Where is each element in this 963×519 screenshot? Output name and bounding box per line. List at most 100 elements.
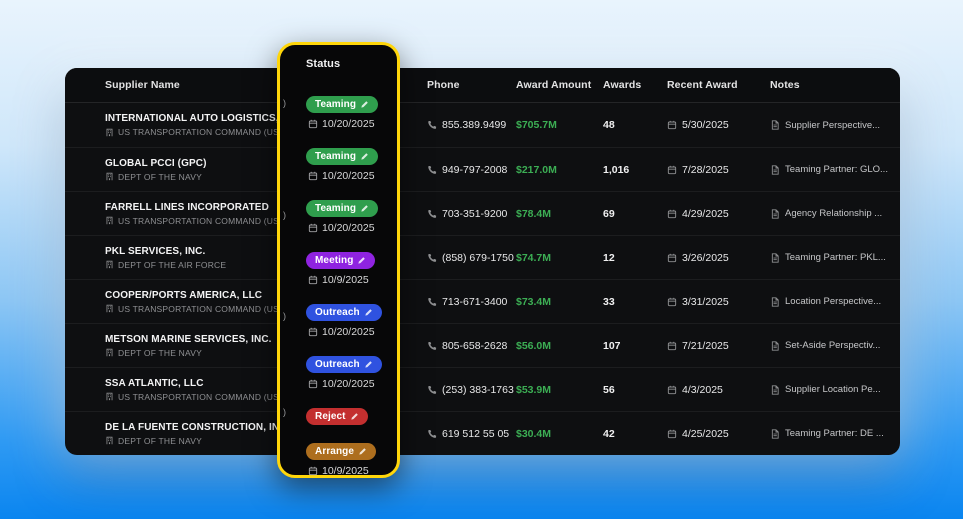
recent-award-cell: 5/30/2025 (667, 119, 770, 131)
table-row[interactable]: DE LA FUENTE CONSTRUCTION, INC. DEPT OF … (65, 411, 900, 455)
notes-cell[interactable]: Agency Relationship ... (770, 208, 900, 219)
edit-pencil-icon[interactable] (364, 308, 373, 317)
supplier-agency-label: DEPT OF THE NAVY (118, 348, 202, 358)
edit-pencil-icon[interactable] (364, 360, 373, 369)
document-icon (770, 429, 780, 439)
phone-cell[interactable]: 619 512 55 05 (427, 428, 516, 440)
status-badge[interactable]: Outreach (306, 304, 382, 321)
phone-cell[interactable]: 713-671-3400 (427, 296, 516, 308)
status-item: Teaming 10/20/2025 (306, 146, 389, 182)
status-badge[interactable]: Outreach (306, 356, 382, 373)
phone-cell[interactable]: (253) 383-1763 (427, 384, 516, 396)
supplier-table: Supplier Name Phone Award Amount Awards … (65, 68, 900, 455)
edit-pencil-icon[interactable] (360, 204, 369, 213)
table-row[interactable]: GLOBAL PCCI (GPC) DEPT OF THE NAVY 949-7… (65, 147, 900, 191)
status-date: 10/20/2025 (306, 118, 389, 130)
phone-icon (427, 341, 437, 351)
notes-cell[interactable]: Location Perspective... (770, 296, 900, 307)
table-row[interactable]: FARRELL LINES INCORPORATED US TRANSPORTA… (65, 191, 900, 235)
status-date: 10/9/2025 (306, 465, 389, 477)
notes-cell[interactable]: Teaming Partner: PKL... (770, 252, 900, 263)
status-badge[interactable]: Teaming (306, 200, 378, 217)
status-date-text: 10/20/2025 (322, 222, 375, 234)
status-label: Teaming (315, 203, 356, 214)
header-notes[interactable]: Notes (770, 79, 900, 91)
status-badge[interactable]: Teaming (306, 96, 378, 113)
phone-icon (427, 297, 437, 307)
status-item: Teaming 10/20/2025 (306, 94, 389, 130)
status-date-text: 10/20/2025 (322, 118, 375, 130)
building-icon (105, 436, 114, 445)
award-amount-cell: $56.0M (516, 340, 603, 352)
phone-number: 619 512 55 05 (442, 428, 509, 440)
phone-number: (858) 679-1750 (442, 252, 514, 264)
recent-award-date: 5/30/2025 (682, 119, 729, 131)
document-icon (770, 120, 780, 130)
awards-count-cell: 107 (603, 340, 667, 352)
header-award-amount[interactable]: Award Amount (516, 79, 603, 91)
notes-cell[interactable]: Teaming Partner: DE ... (770, 428, 900, 439)
award-amount-cell: $30.4M (516, 428, 603, 440)
table-row[interactable]: COOPER/PORTS AMERICA, LLC US TRANSPORTAT… (65, 279, 900, 323)
supplier-agency-label: DEPT OF THE NAVY (118, 172, 202, 182)
calendar-icon (667, 297, 677, 307)
phone-cell[interactable]: 703-351-9200 (427, 208, 516, 220)
status-badge[interactable]: Meeting (306, 252, 375, 269)
status-date: 10/20/2025 (306, 378, 389, 390)
recent-award-date: 7/28/2025 (682, 164, 729, 176)
table-row[interactable]: METSON MARINE SERVICES, INC. DEPT OF THE… (65, 323, 900, 367)
document-icon (770, 209, 780, 219)
building-icon (105, 304, 114, 313)
table-row[interactable]: PKL SERVICES, INC. DEPT OF THE AIR FORCE… (65, 235, 900, 279)
award-amount-cell: $217.0M (516, 164, 603, 176)
status-column-title: Status (306, 58, 389, 70)
status-date-text: 10/20/2025 (322, 378, 375, 390)
edit-pencil-icon[interactable] (357, 256, 366, 265)
supplier-agency-label: DEPT OF THE AIR FORCE (118, 260, 226, 270)
phone-cell[interactable]: 949-797-2008 (427, 164, 516, 176)
status-badge[interactable]: Teaming (306, 148, 378, 165)
phone-cell[interactable]: (858) 679-1750 (427, 252, 516, 264)
document-icon (770, 297, 780, 307)
building-icon (105, 348, 114, 357)
header-recent-award[interactable]: Recent Award (667, 79, 770, 91)
recent-award-cell: 7/21/2025 (667, 340, 770, 352)
phone-cell[interactable]: 805-658-2628 (427, 340, 516, 352)
edit-pencil-icon[interactable] (358, 447, 367, 456)
recent-award-date: 4/25/2025 (682, 428, 729, 440)
phone-number: 703-351-9200 (442, 208, 507, 220)
notes-cell[interactable]: Teaming Partner: GLO... (770, 164, 900, 175)
header-phone[interactable]: Phone (427, 79, 516, 91)
notes-text: Teaming Partner: DE ... (785, 428, 884, 439)
award-amount-cell: $74.7M (516, 252, 603, 264)
table-row[interactable]: INTERNATIONAL AUTO LOGISTICS, LLC US TRA… (65, 103, 900, 147)
edit-pencil-icon[interactable] (360, 152, 369, 161)
notes-cell[interactable]: Supplier Perspective... (770, 120, 900, 131)
calendar-icon (308, 327, 318, 337)
status-date: 10/20/2025 (306, 222, 389, 234)
status-label: Teaming (315, 151, 356, 162)
phone-icon (427, 120, 437, 130)
status-badge[interactable]: Reject (306, 408, 368, 425)
phone-icon (427, 209, 437, 219)
status-label: Reject (315, 411, 346, 422)
awards-count-cell: 12 (603, 252, 667, 264)
edit-pencil-icon[interactable] (360, 100, 369, 109)
notes-cell[interactable]: Supplier Location Pe... (770, 384, 900, 395)
status-item: Meeting 10/9/2025 (306, 250, 389, 286)
calendar-icon (308, 466, 318, 476)
clipped-text-fragment: ) (283, 210, 286, 220)
phone-cell[interactable]: 855.389.9499 (427, 119, 516, 131)
status-badge[interactable]: Arrange (306, 443, 376, 460)
notes-text: Teaming Partner: GLO... (785, 164, 888, 175)
edit-pencil-icon[interactable] (350, 412, 359, 421)
status-date: 10/20/2025 (306, 170, 389, 182)
status-item: Outreach 10/20/2025 (306, 302, 389, 338)
table-row[interactable]: SSA ATLANTIC, LLC US TRANSPORTATION COMM… (65, 367, 900, 411)
building-icon (105, 392, 114, 401)
header-awards[interactable]: Awards (603, 79, 667, 91)
notes-cell[interactable]: Set-Aside Perspectiv... (770, 340, 900, 351)
phone-number: 805-658-2628 (442, 340, 507, 352)
building-icon (105, 172, 114, 181)
awards-count-cell: 56 (603, 384, 667, 396)
